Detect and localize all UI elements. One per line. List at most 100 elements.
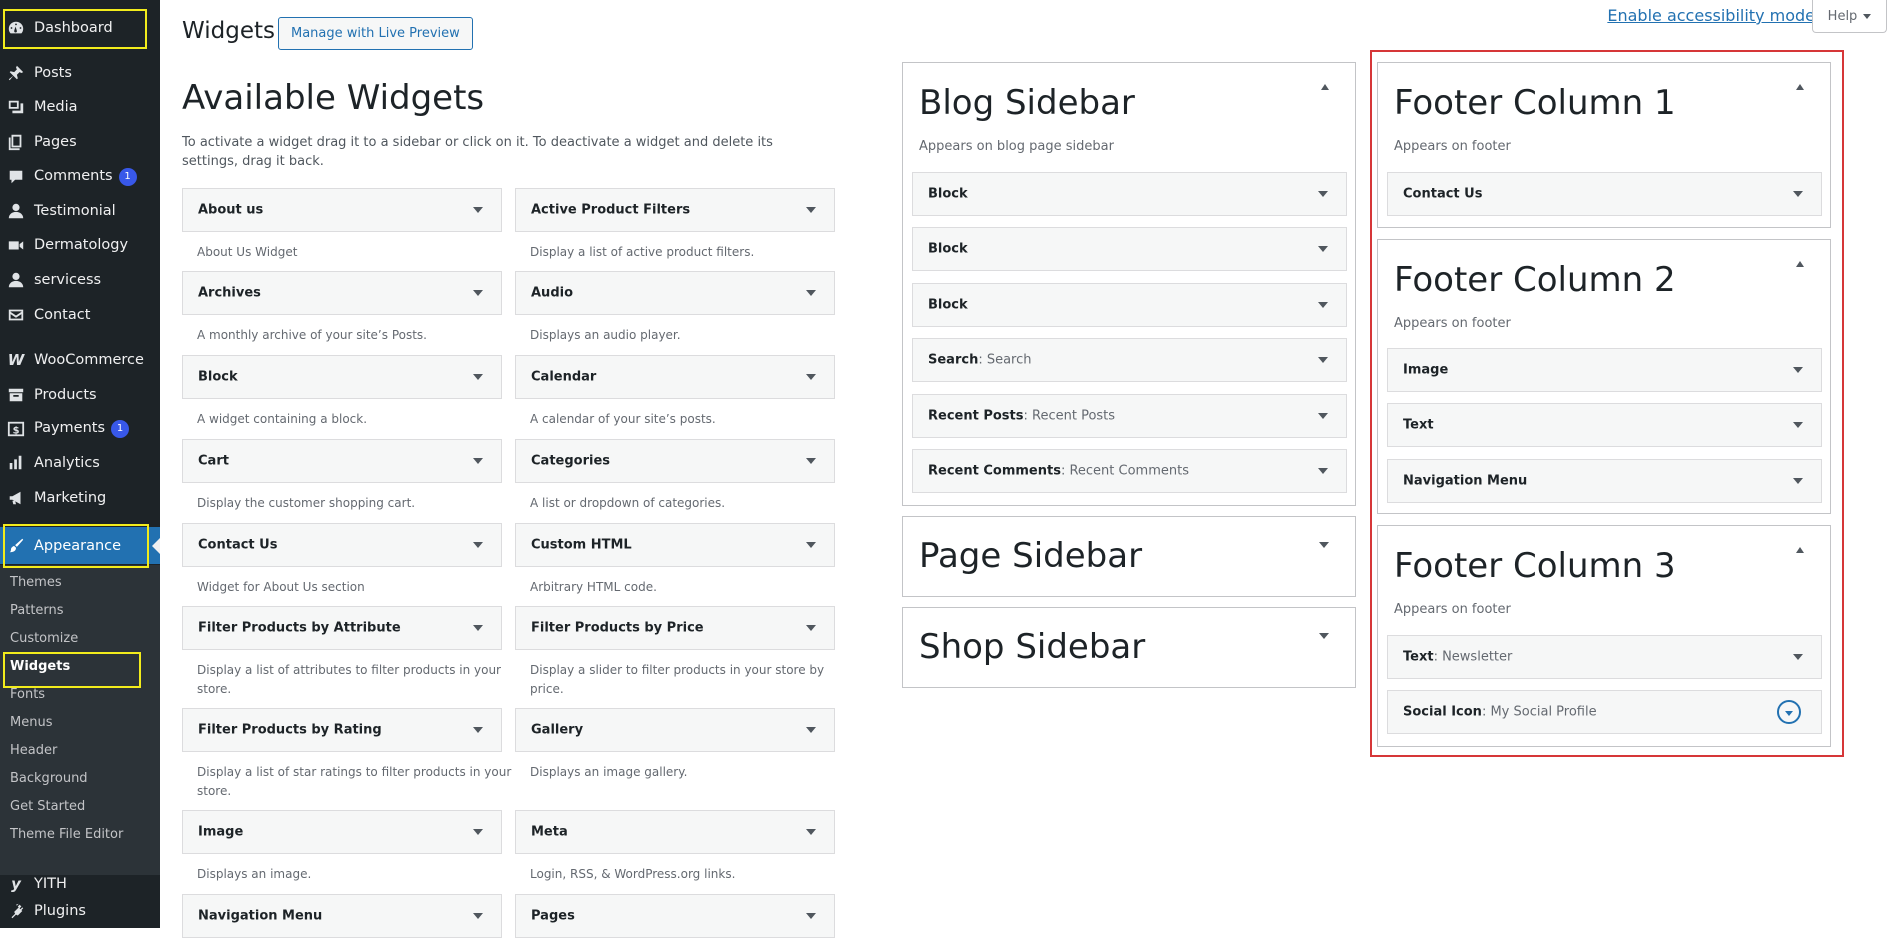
expand-arrow-icon[interactable] xyxy=(473,207,483,213)
submenu-item-patterns[interactable]: Patterns xyxy=(10,603,64,618)
expand-arrow-icon[interactable] xyxy=(806,542,816,548)
expand-arrow-icon[interactable] xyxy=(1318,357,1328,363)
widget-filter-products-by-rating[interactable]: Filter Products by Rating xyxy=(182,708,502,752)
expand-arrow-icon[interactable] xyxy=(806,625,816,631)
sidebar-item-comments[interactable]: Comments 1 xyxy=(0,160,160,194)
expand-arrow-icon[interactable] xyxy=(473,829,483,835)
footer2-widget-navigation-menu[interactable]: Navigation Menu xyxy=(1387,459,1822,503)
expand-arrow-icon[interactable] xyxy=(1318,468,1328,474)
expand-arrow-icon[interactable] xyxy=(473,625,483,631)
widget-image[interactable]: Image xyxy=(182,810,502,854)
submenu-item-fonts[interactable]: Fonts xyxy=(10,687,45,702)
submenu-item-customize[interactable]: Customize xyxy=(10,631,78,646)
sidebar-item-analytics[interactable]: Analytics xyxy=(0,446,160,480)
sidebar-item-media[interactable]: Media xyxy=(0,90,160,124)
collapse-arrow-icon[interactable] xyxy=(1796,261,1804,267)
footer3-widget-social-icon[interactable]: Social Icon: My Social Profile xyxy=(1387,690,1822,734)
widget-categories[interactable]: Categories xyxy=(515,439,835,483)
sidebar-item-dermatology[interactable]: Dermatology xyxy=(0,228,160,262)
sidebar-item-appearance[interactable]: Appearance xyxy=(0,527,160,564)
expand-arrow-icon[interactable] xyxy=(1793,654,1803,660)
widget-navigation-menu[interactable]: Navigation Menu xyxy=(182,894,502,938)
submenu-item-get-started[interactable]: Get Started xyxy=(10,799,85,814)
submenu-item-menus[interactable]: Menus xyxy=(10,715,52,730)
sidebar-item-posts[interactable]: Posts xyxy=(0,56,160,90)
sidebar-item-pages[interactable]: Pages xyxy=(0,125,160,159)
widget-about-us[interactable]: About us xyxy=(182,188,502,232)
expand-arrow-icon[interactable] xyxy=(1793,191,1803,197)
expand-toggle-icon[interactable] xyxy=(1777,700,1801,724)
sidebar-item-dashboard[interactable]: Dashboard xyxy=(0,11,160,45)
footer2-widget-image[interactable]: Image xyxy=(1387,348,1822,392)
sidebar-item-servicess[interactable]: servicess xyxy=(0,263,160,297)
widget-pages[interactable]: Pages xyxy=(515,894,835,938)
sidebar-item-woocommerce[interactable]: W WooCommerce xyxy=(0,343,160,377)
expand-arrow-icon[interactable] xyxy=(1318,191,1328,197)
widget-meta[interactable]: Meta xyxy=(515,810,835,854)
widget-description: Display a list of active product filters… xyxy=(530,245,755,259)
widget-active-product-filters[interactable]: Active Product Filters xyxy=(515,188,835,232)
collapse-arrow-icon[interactable] xyxy=(1321,84,1329,90)
manage-live-preview-button[interactable]: Manage with Live Preview xyxy=(278,17,473,50)
expand-arrow-icon[interactable] xyxy=(806,207,816,213)
widget-custom-html[interactable]: Custom HTML xyxy=(515,523,835,567)
blog-widget-recent-posts[interactable]: Recent Posts: Recent Posts xyxy=(912,394,1347,438)
collapse-arrow-icon[interactable] xyxy=(1796,547,1804,553)
expand-arrow-icon[interactable] xyxy=(473,458,483,464)
widget-contact-us[interactable]: Contact Us xyxy=(182,523,502,567)
widget-archives[interactable]: Archives xyxy=(182,271,502,315)
blog-widget-block[interactable]: Block xyxy=(912,172,1347,216)
expand-arrow-icon[interactable] xyxy=(806,829,816,835)
help-button[interactable]: Help xyxy=(1812,0,1887,33)
expand-arrow-icon[interactable] xyxy=(473,290,483,296)
widget-cart[interactable]: Cart xyxy=(182,439,502,483)
expand-arrow-icon[interactable] xyxy=(1318,413,1328,419)
expand-arrow-icon[interactable] xyxy=(806,458,816,464)
expand-arrow-icon[interactable] xyxy=(806,727,816,733)
expand-arrow-icon[interactable] xyxy=(1318,246,1328,252)
expand-arrow-icon[interactable] xyxy=(473,374,483,380)
submenu-item-header[interactable]: Header xyxy=(10,743,57,758)
widget-block[interactable]: Block xyxy=(182,355,502,399)
sidebar-item-plugins[interactable]: Plugins xyxy=(0,894,160,928)
expand-arrow-icon[interactable] xyxy=(1319,542,1329,548)
accessibility-mode-link[interactable]: Enable accessibility mode xyxy=(1607,6,1815,25)
widget-filter-products-by-price[interactable]: Filter Products by Price xyxy=(515,606,835,650)
widget-audio[interactable]: Audio xyxy=(515,271,835,315)
footer1-widget-contact-us[interactable]: Contact Us xyxy=(1387,172,1822,216)
expand-arrow-icon[interactable] xyxy=(473,542,483,548)
blog-widget-search[interactable]: Search: Search xyxy=(912,338,1347,382)
sidebar-item-contact[interactable]: Contact xyxy=(0,298,160,332)
footer2-widget-text[interactable]: Text xyxy=(1387,403,1822,447)
submenu-item-theme-file-editor[interactable]: Theme File Editor xyxy=(10,827,123,842)
expand-arrow-icon[interactable] xyxy=(473,727,483,733)
sidebar-item-products[interactable]: Products xyxy=(0,378,160,412)
widget-calendar[interactable]: Calendar xyxy=(515,355,835,399)
expand-arrow-icon[interactable] xyxy=(473,913,483,919)
page-sidebar[interactable]: Page Sidebar xyxy=(902,516,1356,597)
expand-arrow-icon[interactable] xyxy=(806,913,816,919)
expand-arrow-icon[interactable] xyxy=(806,290,816,296)
expand-arrow-icon[interactable] xyxy=(1319,633,1329,639)
expand-arrow-icon[interactable] xyxy=(806,374,816,380)
sidebar-item-marketing[interactable]: Marketing xyxy=(0,481,160,515)
collapse-arrow-icon[interactable] xyxy=(1796,84,1804,90)
submenu-item-themes[interactable]: Themes xyxy=(10,575,62,590)
blog-widget-recent-comments[interactable]: Recent Comments: Recent Comments xyxy=(912,449,1347,493)
submenu-item-background[interactable]: Background xyxy=(10,771,88,786)
sidebar-item-testimonial[interactable]: Testimonial xyxy=(0,194,160,228)
blog-widget-block[interactable]: Block xyxy=(912,227,1347,271)
expand-arrow-icon[interactable] xyxy=(1793,422,1803,428)
sidebar-item-payments[interactable]: $ Payments 1 xyxy=(0,412,160,446)
sidebar-item-label: Analytics xyxy=(34,455,100,471)
expand-arrow-icon[interactable] xyxy=(1793,367,1803,373)
expand-arrow-icon[interactable] xyxy=(1318,302,1328,308)
widget-description: Displays an image. xyxy=(197,867,312,881)
widget-gallery[interactable]: Gallery xyxy=(515,708,835,752)
blog-widget-block[interactable]: Block xyxy=(912,283,1347,327)
expand-arrow-icon[interactable] xyxy=(1793,478,1803,484)
shop-sidebar[interactable]: Shop Sidebar xyxy=(902,607,1356,688)
widget-filter-products-by-attribute[interactable]: Filter Products by Attribute xyxy=(182,606,502,650)
submenu-item-widgets[interactable]: Widgets xyxy=(10,659,70,674)
footer3-widget-text[interactable]: Text: Newsletter xyxy=(1387,635,1822,679)
